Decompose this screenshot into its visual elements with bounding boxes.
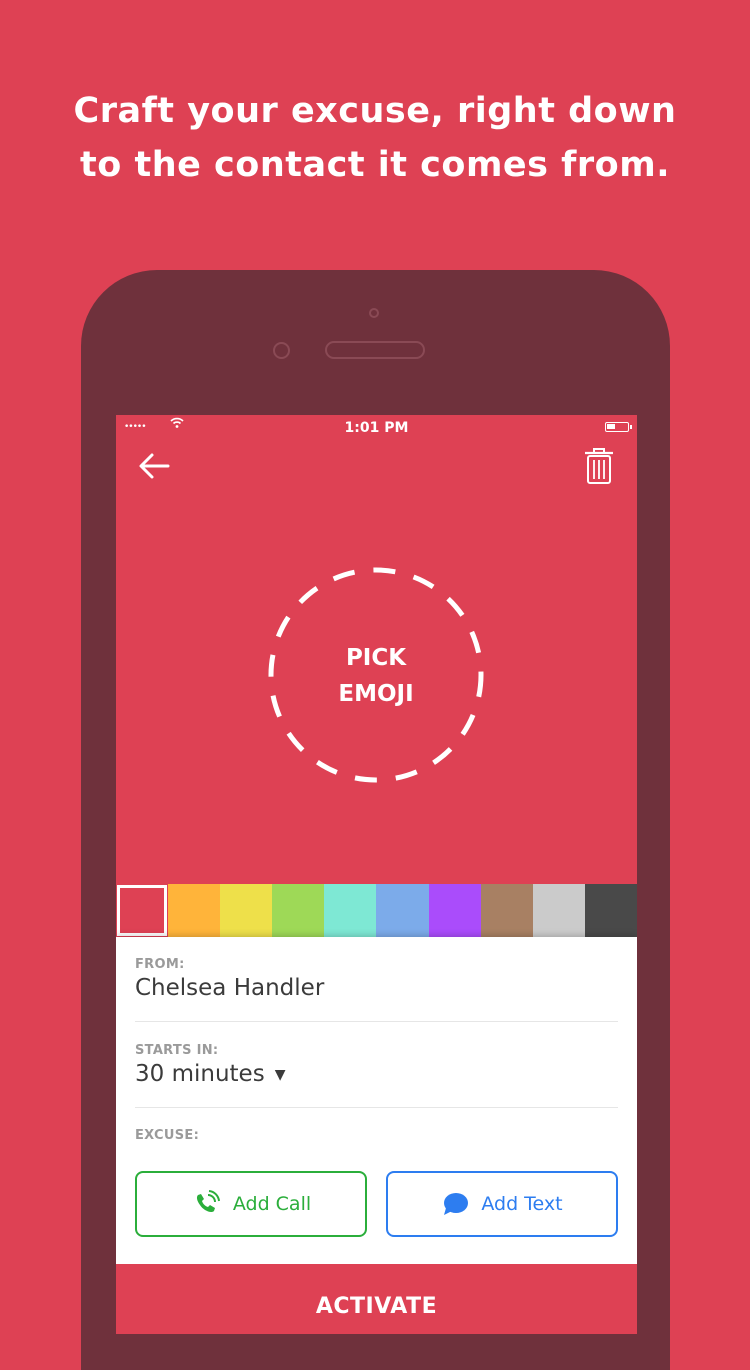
color-swatch-10[interactable]: [584, 884, 637, 937]
from-value[interactable]: Chelsea Handler: [135, 975, 324, 1001]
app-screen: ••••• 1:01 PM PICK EMOJI FROM: Chelsea H…: [116, 415, 637, 1334]
color-swatch-1[interactable]: [116, 884, 169, 937]
color-swatch-4[interactable]: [272, 884, 325, 937]
trash-icon[interactable]: [582, 447, 616, 485]
starts-in-label: STARTS IN:: [135, 1043, 219, 1058]
pick-emoji-line-1: PICK: [345, 645, 407, 671]
phone-sensor: [273, 342, 290, 359]
battery-icon: [605, 422, 632, 432]
headline: Craft your excuse, right down to the con…: [0, 84, 750, 192]
headline-line-2: to the contact it comes from.: [80, 145, 670, 185]
excuse-form: FROM: Chelsea Handler STARTS IN: 30 minu…: [116, 937, 637, 1264]
status-time: 1:01 PM: [344, 420, 409, 436]
phone-camera: [369, 308, 379, 318]
pick-emoji-button[interactable]: PICK EMOJI: [265, 564, 487, 786]
color-swatch-8[interactable]: [480, 884, 533, 937]
starts-in-value: 30 minutes: [135, 1061, 265, 1087]
add-text-button[interactable]: Add Text: [386, 1171, 618, 1237]
divider: [135, 1021, 618, 1022]
phone-call-icon: [196, 1190, 220, 1213]
chat-bubble-icon: [444, 1193, 469, 1215]
add-text-label: Add Text: [481, 1193, 563, 1215]
add-call-label: Add Call: [232, 1193, 312, 1215]
color-swatch-3[interactable]: [220, 884, 273, 937]
activate-button[interactable]: ACTIVATE: [116, 1264, 637, 1334]
back-arrow-icon[interactable]: [136, 449, 176, 483]
color-swatch-6[interactable]: [376, 884, 429, 937]
status-bar: ••••• 1:01 PM: [116, 415, 637, 441]
color-swatch-2[interactable]: [168, 884, 221, 937]
caret-down-icon: ▼: [274, 1066, 286, 1083]
starts-in-dropdown[interactable]: 30 minutes ▼: [135, 1061, 285, 1087]
color-swatch-bar: [116, 884, 637, 937]
color-swatch-5[interactable]: [324, 884, 377, 937]
phone-speaker: [325, 341, 425, 359]
add-call-button[interactable]: Add Call: [135, 1171, 367, 1237]
color-swatch-9[interactable]: [532, 884, 585, 937]
excuse-label: EXCUSE:: [135, 1128, 200, 1143]
from-label: FROM:: [135, 957, 185, 972]
headline-line-1: Craft your excuse, right down: [73, 91, 677, 131]
pick-emoji-label: PICK EMOJI: [265, 640, 487, 712]
pick-emoji-line-2: EMOJI: [338, 681, 414, 707]
color-swatch-7[interactable]: [428, 884, 481, 937]
divider: [135, 1107, 618, 1108]
